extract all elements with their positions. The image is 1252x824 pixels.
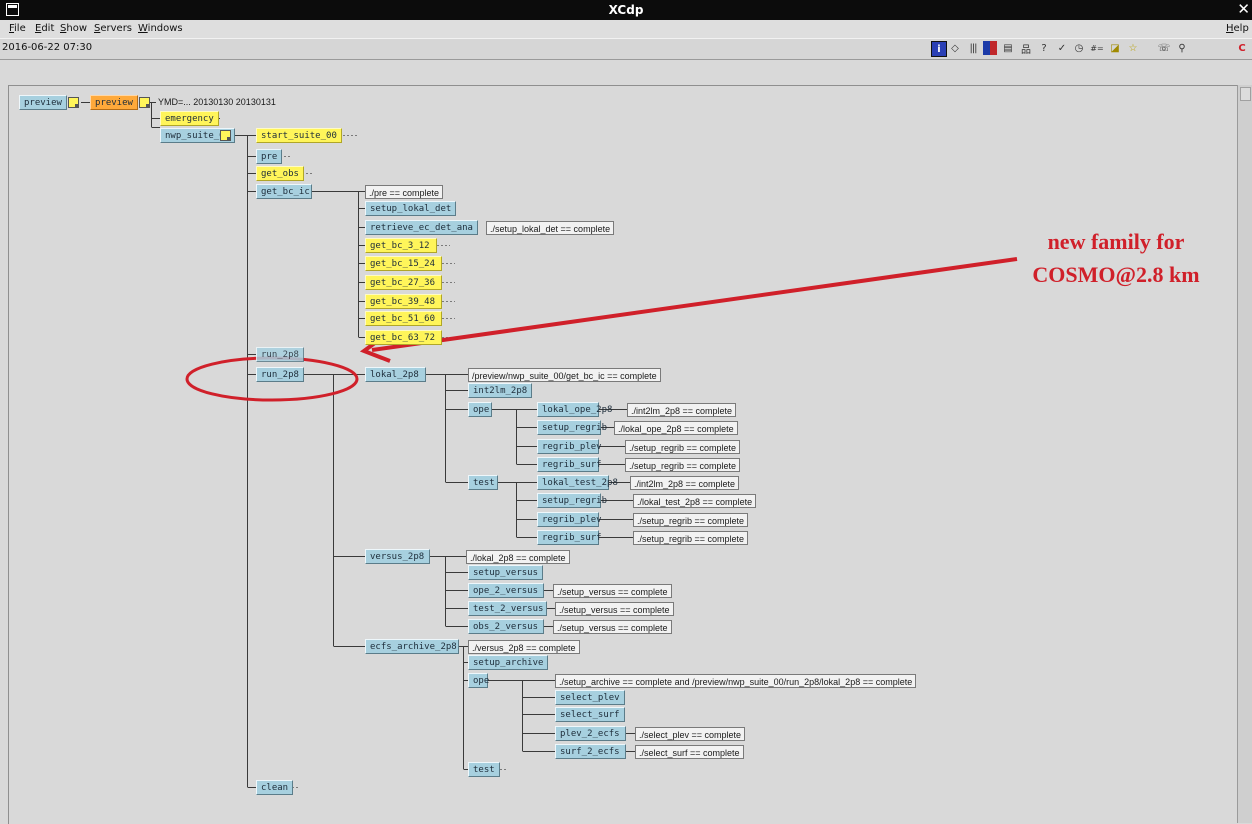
trigger-label: ./select_surf == complete [635, 745, 744, 759]
trigger-label: ./pre == complete [365, 185, 444, 199]
task-node-get-bc-63-72[interactable]: get_bc_63_72 [365, 330, 442, 345]
task-node-get-bc-27-36[interactable]: get_bc_27_36 [365, 275, 442, 290]
suite-node-preview[interactable]: preview [90, 95, 138, 110]
family-node-versus-2p8[interactable]: versus_2p8 [365, 549, 430, 564]
task-node-obs-2-versus[interactable]: obs_2_versus [468, 619, 544, 634]
task-node-get-bc-39-48[interactable]: get_bc_39_48 [365, 294, 442, 309]
trigger-label: ./setup_versus == complete [553, 584, 672, 598]
task-node-regrib-surf[interactable]: regrib_surf [537, 457, 602, 472]
family-node-lokal-2p8[interactable]: lokal_2p8 [365, 367, 426, 382]
note-icon[interactable] [220, 130, 231, 141]
task-node-setup-versus[interactable]: setup_versus [468, 565, 544, 580]
task-node-select-plev[interactable]: select_plev [555, 690, 625, 705]
trigger-label: ./setup_archive == complete and /preview… [555, 674, 917, 688]
trigger-label: ./setup_versus == complete [555, 602, 674, 616]
family-node-run-2p8-old[interactable]: run_2p8 [256, 347, 304, 362]
annotation-callout: new family for COSMO@2.8 km [985, 225, 1247, 291]
trigger-label: ./lokal_2p8 == complete [466, 550, 570, 564]
task-node-test-2-versus[interactable]: test_2_versus [468, 601, 547, 616]
task-node-get-bc-15-24[interactable]: get_bc_15_24 [365, 256, 442, 271]
task-node-setup-lokal-det[interactable]: setup_lokal_det [365, 201, 457, 216]
task-node-pre[interactable]: pre [256, 149, 283, 164]
family-node-test[interactable]: test [468, 475, 498, 490]
trigger-label: ./versus_2p8 == complete [468, 640, 580, 654]
task-node-setup-regrib[interactable]: setup_regrib [537, 420, 607, 435]
trigger-label: ./select_plev == complete [635, 727, 746, 741]
annotation-line-2: COSMO@2.8 km [1032, 262, 1200, 287]
family-node-test[interactable]: test [468, 762, 500, 777]
server-node-preview[interactable]: preview [19, 95, 67, 110]
trigger-label: ./setup_lokal_det == complete [486, 221, 615, 235]
trigger-label: ./setup_regrib == complete [633, 531, 749, 545]
task-node-ope-2-versus[interactable]: ope_2_versus [468, 583, 544, 598]
trigger-label: ./setup_versus == complete [553, 620, 672, 634]
note-icon[interactable] [139, 97, 150, 108]
task-node-plev-2-ecfs[interactable]: plev_2_ecfs [555, 726, 626, 741]
annotation-line-1: new family for [1047, 229, 1185, 254]
family-node-emergency[interactable]: emergency [160, 111, 219, 126]
task-node-select-surf[interactable]: select_surf [555, 707, 625, 722]
task-node-setup-regrib[interactable]: setup_regrib [537, 493, 607, 508]
trigger-label: ./lokal_test_2p8 == complete [633, 494, 757, 508]
task-node-regrib-plev[interactable]: regrib_plev [537, 512, 602, 527]
task-node-retrieve-ec-det-ana[interactable]: retrieve_ec_det_ana [365, 220, 478, 235]
trigger-label: ./int2lm_2p8 == complete [630, 476, 740, 490]
family-node-run-2p8[interactable]: run_2p8 [256, 367, 304, 382]
task-node-setup-archive[interactable]: setup_archive [468, 655, 549, 670]
note-icon[interactable] [68, 97, 79, 108]
family-node-ecfs-archive-2p8[interactable]: ecfs_archive_2p8 [365, 639, 459, 654]
task-node-regrib-plev[interactable]: regrib_plev [537, 439, 602, 454]
task-node-start-suite-00[interactable]: start_suite_00 [256, 128, 342, 143]
task-node-get-bc-51-60[interactable]: get_bc_51_60 [365, 311, 442, 326]
family-node-get-bc-ic[interactable]: get_bc_ic [256, 184, 312, 199]
trigger-label: ./setup_regrib == complete [633, 513, 749, 527]
task-node-int2lm-2p8[interactable]: int2lm_2p8 [468, 383, 533, 398]
task-node-lokal-test-2p8[interactable]: lokal_test_2p8 [537, 475, 618, 490]
task-node-surf-2-ecfs[interactable]: surf_2_ecfs [555, 744, 626, 759]
task-node-get-bc-3-12[interactable]: get_bc_3_12 [365, 238, 437, 253]
suite-variables: YMD=... 20130130 20130131 [158, 97, 276, 107]
task-node-clean[interactable]: clean [256, 780, 294, 795]
task-node-lokal-ope-2p8[interactable]: lokal_ope_2p8 [537, 402, 612, 417]
trigger-label: /preview/nwp_suite_00/get_bc_ic == compl… [468, 368, 661, 382]
trigger-label: ./int2lm_2p8 == complete [627, 403, 737, 417]
trigger-label: ./setup_regrib == complete [625, 440, 741, 454]
task-node-get-obs[interactable]: get_obs [256, 166, 304, 181]
family-node-ope[interactable]: ope [468, 402, 492, 417]
trigger-label: ./lokal_ope_2p8 == complete [614, 421, 738, 435]
family-node-ope[interactable]: ope [468, 673, 489, 688]
trigger-label: ./setup_regrib == complete [625, 458, 741, 472]
task-node-regrib-surf[interactable]: regrib_surf [537, 530, 602, 545]
